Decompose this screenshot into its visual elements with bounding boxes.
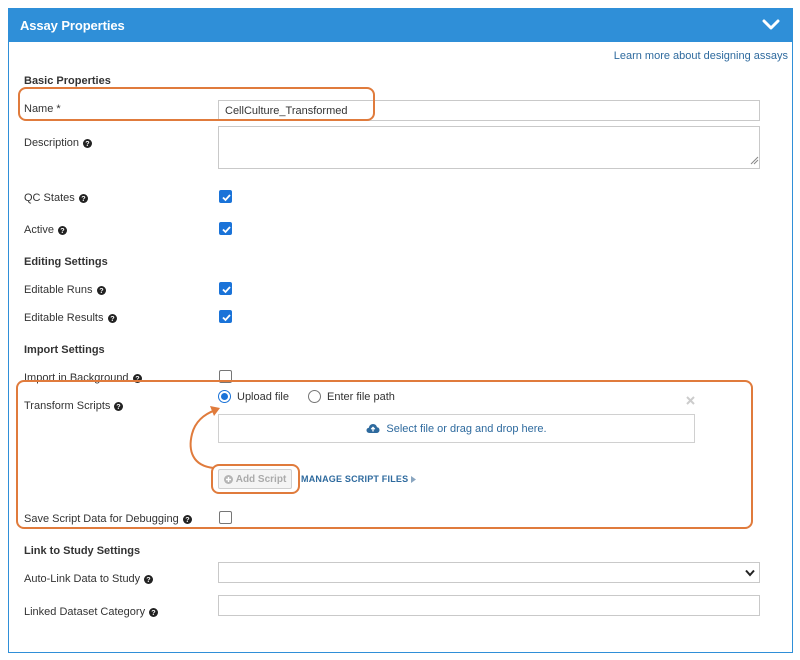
editable-runs-label-text: Editable Runs [24, 284, 93, 296]
svg-text:?: ? [60, 226, 64, 235]
help-icon: ? [96, 285, 106, 295]
import-background-label: Import in Background ? [24, 372, 142, 384]
add-script-button[interactable]: Add Script [218, 469, 292, 489]
save-script-label: Save Script Data for Debugging ? [24, 513, 192, 525]
import-background-checkbox[interactable] [219, 370, 232, 383]
dropdown-arrow-icon [745, 569, 755, 577]
name-input[interactable] [218, 100, 760, 121]
check-icon [222, 286, 231, 294]
help-icon: ? [144, 574, 154, 584]
qc-states-label-text: QC States [24, 192, 75, 204]
plus-circle-icon [223, 474, 233, 484]
help-icon: ? [114, 401, 124, 411]
upload-file-radio[interactable] [218, 390, 231, 403]
resize-grip-icon[interactable] [750, 156, 759, 165]
help-icon: ? [78, 193, 88, 203]
section-basic-properties: Basic Properties [24, 75, 111, 87]
editable-results-checkbox[interactable] [219, 310, 232, 323]
panel-header[interactable]: Assay Properties [9, 9, 792, 42]
svg-text:?: ? [81, 194, 85, 203]
editable-results-label-text: Editable Results [24, 312, 104, 324]
editable-results-label: Editable Results ? [24, 312, 117, 324]
dropzone-text: Select file or drag and drop here. [386, 422, 547, 435]
auto-link-label: Auto-Link Data to Study ? [24, 573, 154, 585]
section-editing-settings: Editing Settings [24, 256, 108, 268]
qc-states-label: QC States ? [24, 192, 88, 204]
caret-right-icon [411, 475, 417, 483]
help-icon: ? [182, 514, 192, 524]
qc-states-checkbox[interactable] [219, 190, 232, 203]
save-script-label-text: Save Script Data for Debugging [24, 513, 179, 525]
svg-text:?: ? [85, 139, 89, 148]
check-icon [222, 226, 231, 234]
manage-script-files-link[interactable]: MANAGE SCRIPT FILES [301, 474, 417, 484]
active-label-text: Active [24, 224, 54, 236]
transform-scripts-label: Transform Scripts ? [24, 400, 124, 412]
panel-title: Assay Properties [20, 18, 125, 33]
editable-runs-checkbox[interactable] [219, 282, 232, 295]
upload-file-label: Upload file [237, 390, 289, 403]
name-label: Name * [24, 103, 61, 115]
linked-category-input[interactable] [218, 595, 760, 616]
manage-script-files-label: MANAGE SCRIPT FILES [301, 474, 409, 484]
help-icon: ? [149, 607, 159, 617]
svg-text:?: ? [117, 402, 121, 411]
description-input[interactable] [218, 126, 760, 169]
active-label: Active ? [24, 224, 67, 236]
auto-link-label-text: Auto-Link Data to Study [24, 573, 141, 585]
cloud-upload-icon [366, 424, 380, 433]
enter-path-label: Enter file path [327, 390, 395, 403]
svg-text:?: ? [110, 314, 114, 323]
help-icon: ? [132, 373, 142, 383]
editable-runs-label: Editable Runs ? [24, 284, 106, 296]
help-icon: ? [83, 138, 93, 148]
chevron-down-icon[interactable] [762, 17, 780, 33]
description-label: Description ? [24, 137, 93, 149]
import-background-label-text: Import in Background [24, 372, 129, 384]
help-icon: ? [57, 225, 67, 235]
check-icon [222, 194, 231, 202]
svg-text:?: ? [99, 286, 103, 295]
linked-category-label: Linked Dataset Category ? [24, 606, 159, 618]
svg-text:?: ? [135, 374, 139, 383]
svg-text:?: ? [185, 515, 189, 524]
active-checkbox[interactable] [219, 222, 232, 235]
transform-scripts-label-text: Transform Scripts [24, 400, 111, 412]
linked-category-label-text: Linked Dataset Category [24, 606, 146, 618]
description-label-text: Description [24, 137, 80, 149]
file-dropzone[interactable]: Select file or drag and drop here. [218, 414, 695, 443]
enter-path-option[interactable]: Enter file path [308, 390, 395, 403]
svg-text:?: ? [151, 608, 155, 617]
name-label-text: Name * [24, 103, 61, 115]
section-import-settings: Import Settings [24, 344, 105, 356]
section-link-study-settings: Link to Study Settings [24, 545, 141, 557]
auto-link-select[interactable] [218, 562, 760, 583]
close-icon[interactable] [686, 396, 695, 405]
svg-text:?: ? [146, 575, 150, 584]
upload-file-option[interactable]: Upload file [218, 390, 289, 403]
learn-more-link[interactable]: Learn more about designing assays [614, 50, 788, 62]
save-script-checkbox[interactable] [219, 511, 232, 524]
enter-path-radio[interactable] [308, 390, 321, 403]
help-icon: ? [107, 313, 117, 323]
add-script-label: Add Script [235, 473, 287, 485]
check-icon [222, 314, 231, 322]
